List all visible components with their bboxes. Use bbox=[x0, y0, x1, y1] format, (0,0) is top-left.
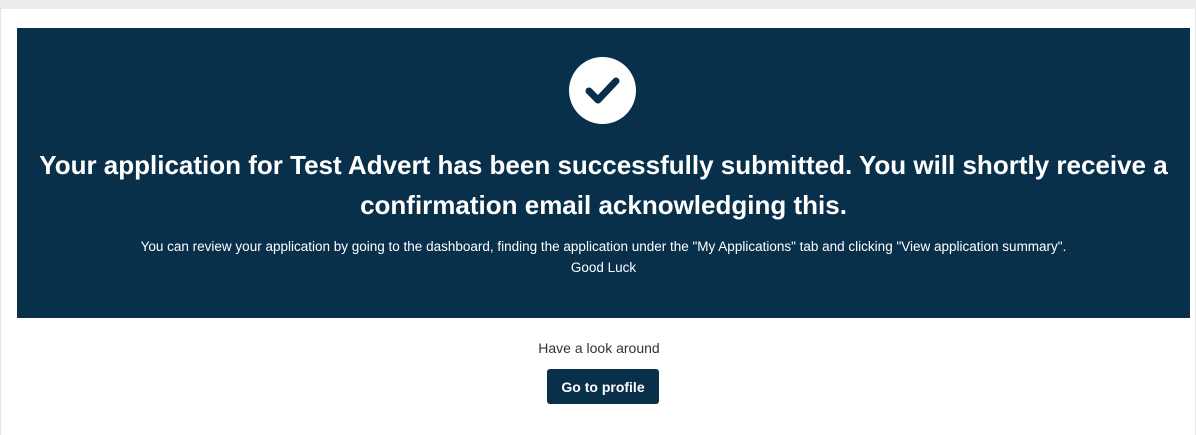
go-to-profile-button[interactable]: Go to profile bbox=[547, 369, 659, 404]
success-banner: Your application for Test Advert has bee… bbox=[17, 28, 1190, 318]
checkmark-circle-icon bbox=[569, 57, 636, 124]
success-headline: Your application for Test Advert has bee… bbox=[39, 150, 1168, 220]
instructions-text: You can review your application by going… bbox=[140, 239, 1067, 254]
success-instructions: You can review your application by going… bbox=[37, 236, 1170, 278]
sign-off-text: Good Luck bbox=[570, 260, 637, 275]
page-container: Your application for Test Advert has bee… bbox=[0, 9, 1196, 435]
checkmark-icon bbox=[585, 77, 620, 104]
look-around-text: Have a look around bbox=[538, 340, 660, 356]
